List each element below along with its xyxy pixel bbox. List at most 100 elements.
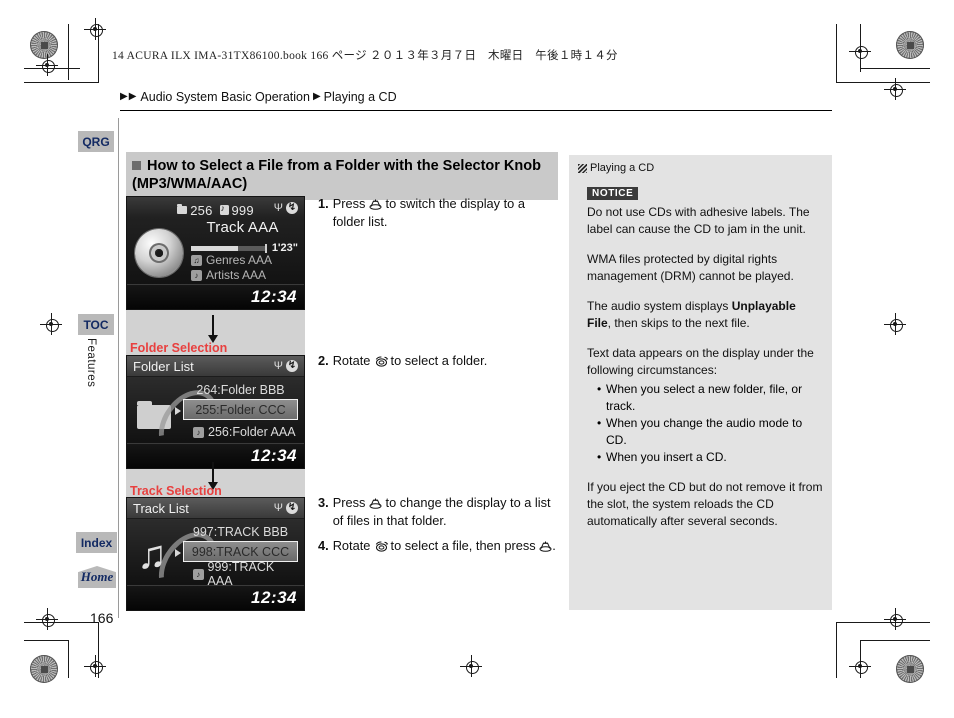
folder-list-clock: 12:34	[251, 446, 297, 465]
selector-knob-press-icon	[369, 498, 382, 509]
tab-qrg[interactable]: QRG	[78, 131, 114, 152]
note-unplayable-post: , then skips to the next file.	[607, 316, 750, 331]
selector-knob-press-icon	[539, 541, 552, 552]
music-note-icon	[219, 203, 229, 215]
step-4: 4. Rotate to select a file, then press .	[318, 537, 558, 555]
now-playing-status-icons: Ψ ↯	[274, 202, 298, 214]
now-playing-clock: 12:34	[251, 287, 297, 306]
bluetooth-icon: ↯	[286, 502, 298, 514]
note-bullet-list: When you select a new folder, file, or t…	[587, 381, 823, 466]
side-note-panel: Playing a CD NOTICE Do not use CDs with …	[569, 155, 832, 610]
bluetooth-icon: ↯	[286, 360, 298, 372]
list-item[interactable]: ♪ 256:Folder AAA	[183, 423, 298, 441]
selector-knob-rotate-icon	[374, 356, 389, 367]
crop-line-bottom-right-v	[860, 640, 861, 678]
genre-icon: ♫	[191, 255, 202, 266]
list-item-selected[interactable]: 998:TRACK CCC	[183, 541, 298, 562]
tab-toc[interactable]: TOC	[78, 314, 114, 335]
registration-mark-mr	[884, 313, 906, 335]
note-panel-title-text: Playing a CD	[590, 162, 655, 174]
note-unplayable-text: The audio system displays Unplayable Fil…	[587, 298, 823, 332]
now-playing-artist: Artists AAA	[206, 268, 267, 282]
list-item-label: 256:Folder AAA	[208, 425, 296, 439]
note-textdata-text: Text data appears on the display under t…	[587, 346, 814, 378]
step-2-pre: Rotate	[332, 353, 371, 368]
breadcrumb-level-1[interactable]: Audio System Basic Operation	[140, 90, 310, 104]
note-unplayable-pre: The audio system displays	[587, 299, 732, 314]
breadcrumb-arrow-icon-2: ▶	[128, 91, 137, 102]
track-list-body: ♫ 997:TRACK BBB 998:TRACK CCC ♪ 999:TRAC…	[127, 519, 304, 609]
book-reference-icon	[578, 163, 587, 173]
note-panel-title: Playing a CD	[578, 162, 823, 174]
registration-mark-bl	[36, 608, 58, 630]
crop-line-bottom-right-h	[860, 640, 930, 641]
music-note-big-icon: ♫	[133, 521, 230, 609]
crop-line-top-left-v2	[98, 24, 99, 82]
step-3-number: 3.	[318, 495, 329, 510]
registration-mark-bottom-center	[460, 655, 482, 677]
crop-line-bottom-left-v2	[68, 640, 69, 678]
screen-now-playing-wrapper: 256 999 Ψ ↯ Track AAA 1'23" ♫ Genres AAA …	[126, 196, 305, 310]
note-eject-text: If you eject the CD but do not remove it…	[587, 480, 823, 529]
folder-big-icon	[133, 379, 230, 467]
track-list-header: Track List Ψ ↯	[127, 498, 304, 519]
breadcrumb-arrow-icon-1: ▶	[120, 91, 128, 102]
tab-home[interactable]: Home	[78, 566, 116, 588]
registration-mark-bl2	[84, 655, 106, 677]
screen-track-list-wrapper: Track List Ψ ↯ ♫ 997:TRACK BBB 998:TRACK…	[126, 497, 305, 611]
crop-line-bottom-left-h	[24, 622, 99, 623]
notice-text: Do not use CDs with adhesive labels. The…	[587, 205, 810, 237]
list-item-selected[interactable]: 255:Folder CCC	[183, 399, 298, 420]
step-4-text: Rotate to select a file, then press .	[333, 537, 558, 555]
tab-index[interactable]: Index	[76, 532, 117, 553]
now-playing-folder-number: 256	[190, 202, 213, 218]
section-label-features: Features	[85, 338, 97, 388]
music-note-icon: ♪	[193, 426, 204, 438]
step-1-pre: Press	[332, 196, 366, 211]
manual-page: 14 ACURA ILX IMA-31TX86100.book 166 ページ …	[0, 0, 954, 718]
notice-block: NOTICE Do not use CDs with adhesive labe…	[578, 183, 823, 531]
track-list-clock: 12:34	[251, 588, 297, 607]
list-item[interactable]: 264:Folder BBB	[183, 381, 298, 399]
print-slug-line: 14 ACURA ILX IMA-31TX86100.book 166 ページ …	[112, 50, 618, 62]
folder-list-header: Folder List Ψ ↯	[127, 356, 304, 377]
registration-mark-ml	[40, 313, 62, 335]
now-playing-track-number: 999	[231, 202, 254, 218]
sidebar-rule	[118, 118, 119, 618]
screen-folder-list: Folder List Ψ ↯ 264:Folder BBB 255:Folde…	[126, 355, 305, 469]
track-list-title: Track List	[133, 500, 189, 516]
screen-track-list: Track List Ψ ↯ ♫ 997:TRACK BBB 998:TRACK…	[126, 497, 305, 611]
folder-list-body: 264:Folder BBB 255:Folder CCC ♪ 256:Fold…	[127, 377, 304, 467]
breadcrumb-level-2[interactable]: Playing a CD	[324, 90, 397, 104]
now-playing-metadata: ♫ Genres AAA ♪ Artists AAA	[191, 253, 272, 283]
breadcrumb-arrow-icon-3: ▶	[312, 91, 321, 102]
note-drm-text: WMA files protected by digital rights ma…	[587, 252, 794, 284]
crop-line-bottom-left-h2	[24, 640, 69, 641]
crop-line-top-right-h	[860, 68, 930, 69]
crop-line-top-left-v	[68, 24, 69, 80]
step-2-post: to select a folder.	[390, 353, 488, 368]
now-playing-elapsed-time: 1'23"	[271, 242, 298, 254]
step-3: 3. Press to change the display to a list…	[318, 494, 558, 530]
page-title-line-2: (MP3/WMA/AAC)	[132, 176, 248, 193]
music-note-icon: ♪	[193, 568, 204, 580]
now-playing-track-title: Track AAA	[206, 219, 279, 236]
screen-folder-list-wrapper: Folder List Ψ ↯ 264:Folder BBB 255:Folde…	[126, 355, 305, 469]
registration-mark-br2	[884, 608, 906, 630]
page-number: 166	[90, 610, 114, 626]
crop-line-top-left-h2	[24, 82, 99, 83]
step-3-text: Press to change the display to a list of…	[333, 494, 558, 530]
registration-mark-tl2	[36, 54, 58, 76]
color-registration-patch-bottomleft	[30, 655, 58, 683]
color-registration-patch-topright	[896, 31, 924, 59]
step-4-post: to select a file, then press	[390, 538, 536, 553]
list-item[interactable]: 997:TRACK BBB	[183, 523, 298, 541]
list-item[interactable]: ♪ 999:TRACK AAA	[183, 560, 298, 588]
bluetooth-icon: ↯	[286, 202, 298, 214]
selector-knob-rotate-icon	[374, 541, 389, 552]
crop-line-top-right-h2	[836, 82, 930, 83]
usb-icon: Ψ	[273, 201, 283, 214]
selection-arrow-icon	[175, 549, 181, 557]
step-4-number: 4.	[318, 538, 329, 553]
step-4-post2: .	[552, 538, 556, 553]
